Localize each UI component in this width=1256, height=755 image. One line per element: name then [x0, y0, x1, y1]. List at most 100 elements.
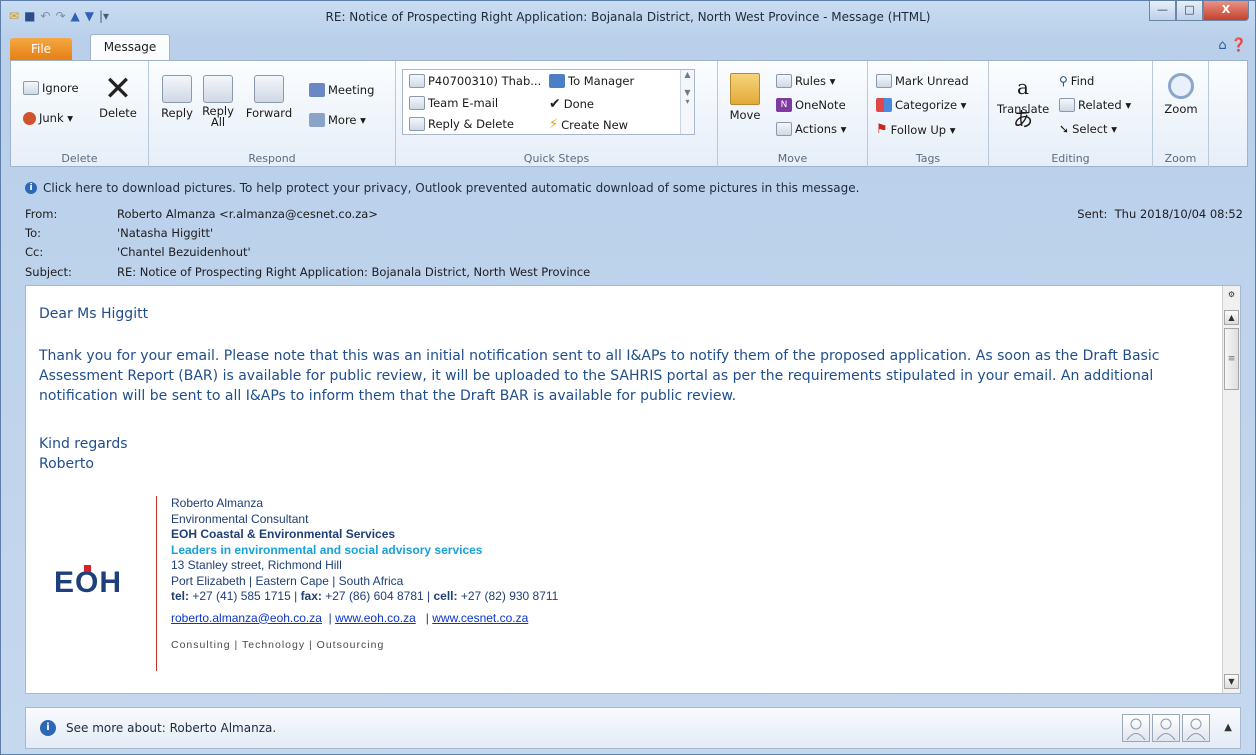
- qs-item-done[interactable]: ✔ Done: [549, 96, 594, 112]
- expand-people-pane-icon[interactable]: ▲: [1224, 722, 1232, 733]
- help-icon[interactable]: ⌂ ❓: [1218, 38, 1247, 53]
- more-label: More ▾: [328, 113, 366, 127]
- sig-name: Roberto Almanza: [171, 496, 264, 510]
- categorize-button[interactable]: Categorize ▾: [876, 98, 966, 112]
- body-line-1: Thank you for your email. Please note th…: [39, 348, 1160, 364]
- related-label: Related ▾: [1078, 98, 1132, 112]
- translate-icon: aあ: [1013, 75, 1033, 131]
- quick-steps-gallery: P40700310) Thab... To Manager Team E-mai…: [402, 69, 695, 135]
- info-icon: i: [25, 182, 37, 194]
- outlook-message-window: ✉ ■ ↶ ↷ ▲ ▼ |▾ RE: Notice of Prospecting…: [0, 0, 1256, 755]
- sig-web-link-2[interactable]: www.cesnet.co.za: [432, 611, 528, 625]
- onenote-button[interactable]: N OneNote: [776, 98, 846, 112]
- from-value[interactable]: Roberto Almanza <r.almanza@cesnet.co.za>: [117, 207, 378, 221]
- meeting-icon: [309, 83, 325, 97]
- actions-button[interactable]: Actions ▾: [776, 122, 846, 136]
- people-info-icon: i: [40, 720, 56, 736]
- rules-button[interactable]: Rules ▾: [776, 74, 835, 88]
- reply-all-button[interactable]: Reply All: [201, 75, 235, 128]
- quick-steps-group-label: Quick Steps: [523, 152, 590, 165]
- cell-value: +27 (82) 930 8711: [460, 589, 559, 603]
- move-group: Move Rules ▾ N OneNote Actions ▾ Move: [718, 61, 868, 167]
- forward-icon: [254, 75, 284, 103]
- tel-value: +27 (41) 585 1715 |: [192, 589, 298, 603]
- find-label: Find: [1070, 74, 1095, 88]
- sig-web-link-1[interactable]: www.eoh.co.za: [335, 611, 416, 625]
- rules-label: Rules ▾: [795, 74, 836, 88]
- meeting-button[interactable]: Meeting: [309, 83, 374, 97]
- window-title: RE: Notice of Prospecting Right Applicat…: [325, 10, 931, 24]
- ignore-button[interactable]: Ignore: [23, 81, 79, 95]
- folder-icon: [730, 73, 760, 105]
- categorize-icon: [876, 98, 892, 112]
- actions-icon: [776, 122, 792, 136]
- scroll-options-icon[interactable]: ⚙: [1224, 288, 1239, 303]
- select-button[interactable]: ➘ Select ▾: [1059, 122, 1117, 136]
- tab-message[interactable]: Message: [90, 34, 170, 60]
- people-avatars: [1122, 714, 1210, 742]
- sent-label: Sent:: [1077, 207, 1108, 221]
- checkmark-icon: ✔: [549, 96, 561, 112]
- body-line-3: notification will be sent to all I&APs t…: [39, 388, 737, 404]
- editing-group-label: Editing: [1051, 152, 1090, 165]
- categorize-label: Categorize ▾: [895, 98, 967, 112]
- maximize-button[interactable]: □: [1176, 1, 1203, 21]
- follow-up-button[interactable]: ⚑ Follow Up ▾: [876, 122, 956, 137]
- scroll-up-button[interactable]: ▲: [1224, 310, 1239, 325]
- close-button[interactable]: X: [1203, 1, 1249, 21]
- message-body[interactable]: Dear Ms Higgitt Thank you for your email…: [25, 285, 1241, 694]
- onenote-icon: N: [776, 98, 792, 112]
- qs-item-create-new[interactable]: ⚡ Create New: [549, 117, 628, 132]
- sender-name: Roberto: [39, 456, 94, 472]
- mark-unread-label: Mark Unread: [895, 74, 969, 88]
- to-value[interactable]: 'Natasha Higgitt': [117, 226, 213, 240]
- reply-icon: [162, 75, 192, 103]
- qs-item-project[interactable]: P40700310) Thab...: [409, 74, 541, 88]
- cc-value[interactable]: 'Chantel Bezuidenhout': [117, 245, 251, 259]
- qs-item-team-email[interactable]: Team E-mail: [409, 96, 498, 110]
- meeting-label: Meeting: [328, 83, 375, 97]
- ignore-icon: [23, 81, 39, 95]
- more-button[interactable]: More ▾: [309, 113, 366, 127]
- reply-delete-icon: [409, 117, 425, 131]
- logo-dot: [84, 565, 91, 572]
- reply-button[interactable]: Reply: [157, 75, 197, 120]
- mark-unread-button[interactable]: Mark Unread: [876, 74, 969, 88]
- team-email-icon: [409, 96, 425, 110]
- minimize-button[interactable]: —: [1149, 1, 1176, 21]
- sig-address-2: Port Elizabeth | Eastern Cape | South Af…: [171, 573, 404, 588]
- junk-button[interactable]: Junk ▾: [23, 111, 73, 125]
- download-pictures-infobar[interactable]: i Click here to download pictures. To he…: [25, 181, 859, 195]
- qs-item-to-manager[interactable]: To Manager: [549, 74, 634, 88]
- move-button[interactable]: Move: [726, 73, 764, 122]
- fax-label: fax:: [300, 589, 322, 603]
- person-avatar-icon[interactable]: [1122, 714, 1150, 742]
- quick-steps-scroll[interactable]: ▲ ▼ ▾: [680, 70, 694, 134]
- scroll-down-button[interactable]: ▼: [1224, 674, 1239, 689]
- forward-label: Forward: [245, 106, 293, 120]
- magnifier-icon: [1168, 73, 1194, 99]
- translate-button[interactable]: aあ Translate: [997, 71, 1050, 131]
- zoom-group: Zoom Zoom: [1153, 61, 1209, 167]
- zoom-button[interactable]: Zoom: [1161, 73, 1201, 116]
- tab-file[interactable]: File: [10, 38, 72, 60]
- related-button[interactable]: Related ▾: [1059, 98, 1131, 112]
- person-avatar-icon[interactable]: [1182, 714, 1210, 742]
- translate-label: Translate: [997, 102, 1050, 116]
- scroll-thumb[interactable]: ≡: [1224, 328, 1239, 390]
- sig-email-link[interactable]: roberto.almanza@eoh.co.za: [171, 611, 322, 625]
- qs-item-reply-delete[interactable]: Reply & Delete: [409, 117, 514, 131]
- actions-label: Actions ▾: [795, 122, 847, 136]
- greeting: Dear Ms Higgitt: [39, 306, 149, 322]
- person-avatar-icon[interactable]: [1152, 714, 1180, 742]
- body-scrollbar[interactable]: ⚙ ▲ ≡ ▼: [1222, 286, 1240, 693]
- window-controls: — □ X: [1149, 1, 1249, 21]
- forward-button[interactable]: Forward: [241, 75, 297, 120]
- email-signature: Roberto Almanza Environmental Consultant…: [156, 496, 558, 671]
- sig-address-1: 13 Stanley street, Richmond Hill: [171, 558, 342, 572]
- people-pane-text[interactable]: See more about: Roberto Almanza.: [66, 721, 276, 735]
- delete-button[interactable]: ✕ Delete: [99, 72, 137, 120]
- onenote-label: OneNote: [795, 98, 846, 112]
- find-button[interactable]: ⚲ Find: [1059, 74, 1094, 88]
- to-manager-icon: [549, 74, 565, 88]
